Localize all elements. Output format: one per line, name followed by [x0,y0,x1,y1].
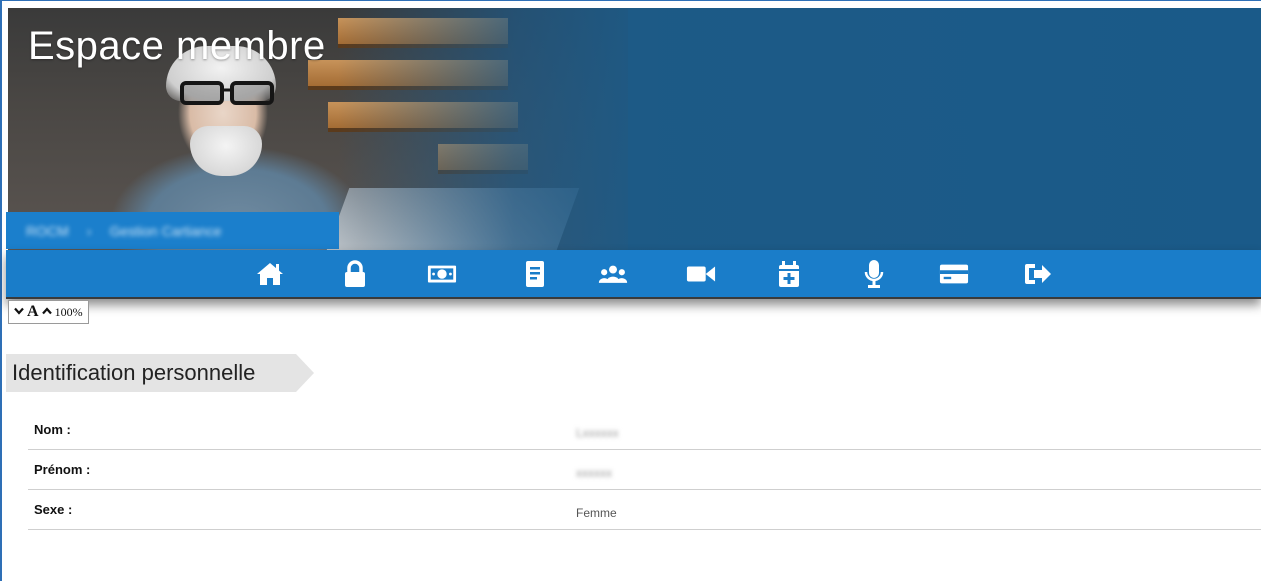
money-icon[interactable] [427,259,457,289]
chevron-up-icon [41,307,52,315]
microphone-icon[interactable] [859,259,889,289]
breadcrumb: ROCM › Gestion Cartiance [6,212,339,249]
home-icon[interactable] [255,259,285,289]
field-value: Lxxxxxx [576,426,619,440]
info-row-prenom: Prénom : xxxxxx [28,450,1261,490]
identity-info: Nom : Lxxxxxx Prénom : xxxxxx Sexe : Fem… [28,410,1261,530]
video-icon[interactable] [686,259,716,289]
page-title: Espace membre [28,24,326,68]
document-icon[interactable] [520,259,550,289]
info-row-nom: Nom : Lxxxxxx [28,410,1261,450]
breadcrumb-separator: › [86,222,92,239]
lock-icon[interactable] [340,259,370,289]
calendar-plus-icon[interactable] [774,259,804,289]
font-size-control: A 100% [8,300,89,324]
section-title: Identification personnelle [12,360,256,385]
main-navbar [6,250,1261,299]
font-letter: A [27,303,39,320]
field-label: Nom : [34,422,71,437]
breadcrumb-item[interactable]: ROCM [26,223,69,239]
chevron-down-icon [14,307,24,315]
section-heading: Identification personnelle [6,354,314,392]
zoom-level: 100% [54,304,83,319]
group-icon[interactable] [598,259,628,289]
logout-icon[interactable] [1023,259,1053,289]
field-value: Femme [576,506,617,520]
field-value: xxxxxx [576,466,612,480]
credit-card-icon[interactable] [939,259,969,289]
decrease-font-button[interactable] [14,304,24,320]
field-label: Sexe : [34,502,73,517]
breadcrumb-item[interactable]: Gestion Cartiance [109,223,221,239]
field-label: Prénom : [34,462,91,477]
increase-font-button[interactable] [41,304,52,320]
info-row-sexe: Sexe : Femme [28,490,1261,530]
